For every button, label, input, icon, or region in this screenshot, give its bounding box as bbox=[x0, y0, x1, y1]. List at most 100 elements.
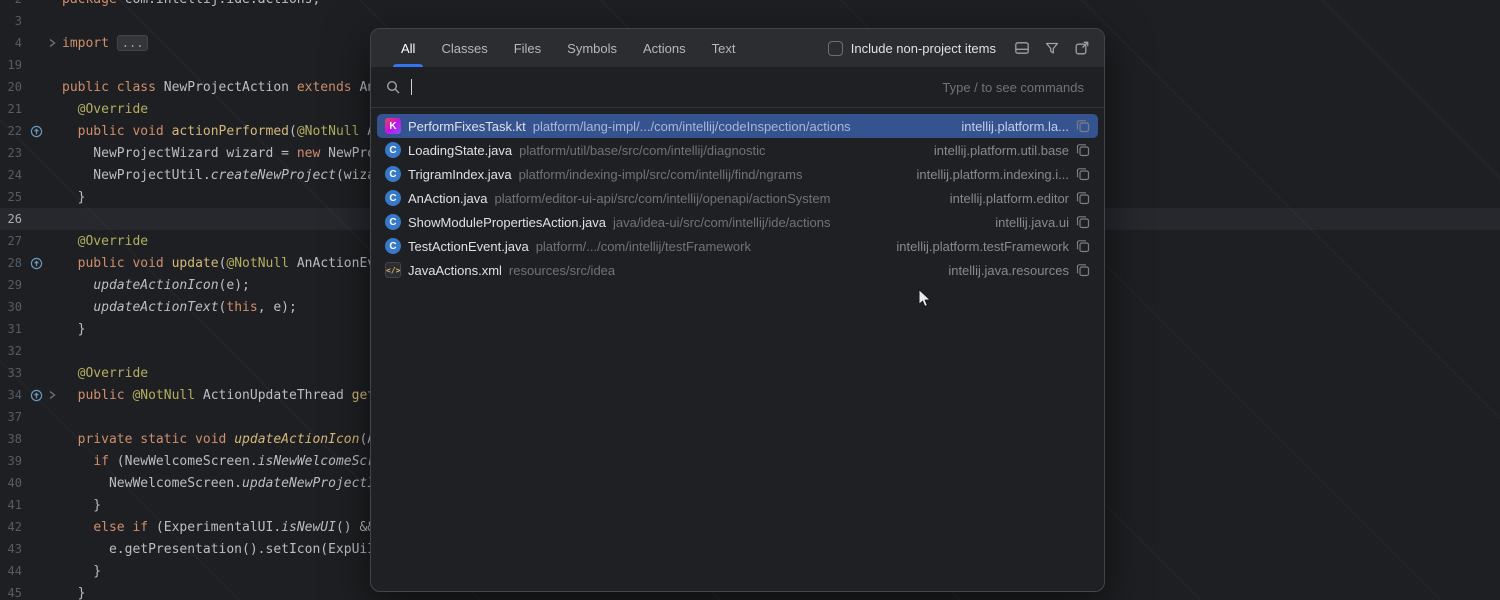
kotlin-file-icon: K bbox=[385, 118, 401, 134]
module-icon bbox=[1076, 239, 1090, 253]
code-text: public class NewProjectAction extends An… bbox=[62, 80, 422, 95]
search-result-row[interactable]: CAnAction.javaplatform/editor-ui-api/src… bbox=[377, 186, 1098, 210]
java-class-icon: C bbox=[385, 166, 401, 182]
ide-window: 2package com.intellij.ide.actions;34impo… bbox=[0, 0, 1500, 600]
code-text: NewProjectUtil.createNewProject(wizard); bbox=[62, 168, 406, 183]
module-icon bbox=[1076, 215, 1090, 229]
tab-all[interactable]: All bbox=[393, 29, 423, 67]
search-result-row[interactable]: CTrigramIndex.javaplatform/indexing-impl… bbox=[377, 162, 1098, 186]
module-icon bbox=[1076, 191, 1090, 205]
line-number: 34 bbox=[0, 388, 22, 402]
header-toolbar bbox=[1014, 40, 1090, 56]
open-in-find-window-icon[interactable] bbox=[1074, 40, 1090, 56]
override-method-gutter-icon[interactable] bbox=[30, 125, 43, 138]
module-icon bbox=[1076, 167, 1090, 181]
line-number: 33 bbox=[0, 366, 22, 380]
tab-files[interactable]: Files bbox=[506, 29, 549, 67]
code-line[interactable]: 2 package com.intellij.ide.actions; bbox=[0, 0, 1500, 10]
result-path: platform/.../com/intellij/testFramework bbox=[536, 239, 751, 254]
search-tabs: All Classes Files Symbols Actions Text bbox=[393, 29, 754, 67]
result-module: intellij.java.ui bbox=[995, 215, 1069, 230]
result-filename: ShowModulePropertiesAction.java bbox=[408, 215, 606, 230]
gutter-spacer bbox=[30, 37, 43, 50]
search-results-list: KPerformFixesTask.ktplatform/lang-impl/.… bbox=[371, 108, 1104, 591]
search-everywhere-header: All Classes Files Symbols Actions Text Includ… bbox=[371, 29, 1104, 67]
preview-icon[interactable] bbox=[1014, 40, 1030, 56]
search-result-row[interactable]: CTestActionEvent.javaplatform/.../com/in… bbox=[377, 234, 1098, 258]
override-method-gutter-icon[interactable] bbox=[30, 257, 43, 270]
module-icon bbox=[1076, 143, 1090, 157]
result-path: java/idea-ui/src/com/intellij/ide/action… bbox=[613, 215, 830, 230]
gutter bbox=[22, 37, 62, 50]
code-text: @Override bbox=[62, 234, 148, 249]
line-number: 37 bbox=[0, 410, 22, 424]
result-module: intellij.platform.testFramework bbox=[896, 239, 1069, 254]
line-number: 41 bbox=[0, 498, 22, 512]
code-text: } bbox=[62, 498, 101, 513]
module-icon bbox=[1076, 263, 1090, 277]
java-class-icon: C bbox=[385, 214, 401, 230]
result-module: intellij.platform.editor bbox=[950, 191, 1069, 206]
code-text: package com.intellij.ide.actions; bbox=[62, 0, 320, 7]
line-number: 24 bbox=[0, 168, 22, 182]
include-non-project-checkbox[interactable]: Include non-project items bbox=[828, 41, 996, 56]
result-filename: LoadingState.java bbox=[408, 143, 512, 158]
line-number: 22 bbox=[0, 124, 22, 138]
line-number: 21 bbox=[0, 102, 22, 116]
line-number: 23 bbox=[0, 146, 22, 160]
line-number: 27 bbox=[0, 234, 22, 248]
tab-symbols[interactable]: Symbols bbox=[559, 29, 625, 67]
tab-text[interactable]: Text bbox=[704, 29, 744, 67]
line-number: 39 bbox=[0, 454, 22, 468]
java-class-icon: C bbox=[385, 142, 401, 158]
gutter bbox=[22, 389, 62, 402]
code-text: @Override bbox=[62, 366, 148, 381]
tab-actions[interactable]: Actions bbox=[635, 29, 694, 67]
result-path: platform/editor-ui-api/src/com/intellij/… bbox=[495, 191, 831, 206]
search-everywhere-dialog: All Classes Files Symbols Actions Text Includ… bbox=[370, 28, 1105, 592]
gutter bbox=[22, 125, 62, 138]
line-number: 29 bbox=[0, 278, 22, 292]
line-number: 40 bbox=[0, 476, 22, 490]
search-result-row[interactable]: C LoadingState.java platform/util/base/src… bbox=[377, 138, 1098, 162]
line-number: 32 bbox=[0, 344, 22, 358]
result-filename: AnAction.java bbox=[408, 191, 488, 206]
code-text: updateActionText(this, e); bbox=[62, 300, 297, 315]
line-number: 3 bbox=[0, 14, 22, 28]
result-module: intellij.platform.la... bbox=[961, 119, 1069, 134]
line-number: 43 bbox=[0, 542, 22, 556]
code-text: e.getPresentation().setIcon(ExpUiIcons. bbox=[62, 542, 414, 557]
line-number: 19 bbox=[0, 58, 22, 72]
result-path: platform/util/base/src/com/intellij/diag… bbox=[519, 143, 765, 158]
text-caret bbox=[411, 79, 412, 95]
line-number: 28 bbox=[0, 256, 22, 270]
line-number: 44 bbox=[0, 564, 22, 578]
code-text: } bbox=[62, 564, 101, 579]
search-result-row[interactable]: KPerformFixesTask.ktplatform/lang-impl/.… bbox=[377, 114, 1098, 138]
search-result-row[interactable]: </>JavaActions.xmlresources/src/ideainte… bbox=[377, 258, 1098, 282]
line-number: 20 bbox=[0, 80, 22, 94]
result-path: resources/src/idea bbox=[509, 263, 615, 278]
result-module: intellij.platform.util.base bbox=[934, 143, 1069, 158]
checkbox-label: Include non-project items bbox=[851, 41, 996, 56]
search-icon bbox=[385, 79, 401, 95]
line-number: 45 bbox=[0, 586, 22, 600]
line-number: 25 bbox=[0, 190, 22, 204]
line-number: 2 bbox=[0, 0, 22, 6]
result-filename: TrigramIndex.java bbox=[408, 167, 512, 182]
line-number: 26 bbox=[0, 212, 22, 226]
fold-chevron-icon[interactable] bbox=[47, 38, 57, 48]
search-input[interactable]: Type / to see commands bbox=[371, 67, 1104, 108]
code-text: import ... bbox=[62, 36, 148, 51]
tab-classes[interactable]: Classes bbox=[433, 29, 495, 67]
line-number: 38 bbox=[0, 432, 22, 446]
line-number: 30 bbox=[0, 300, 22, 314]
fold-chevron-icon[interactable] bbox=[47, 390, 57, 400]
result-filename: PerformFixesTask.kt bbox=[408, 119, 526, 134]
filter-icon[interactable] bbox=[1044, 40, 1060, 56]
checkbox-box[interactable] bbox=[828, 41, 843, 56]
xml-file-icon: </> bbox=[385, 262, 401, 278]
override-method-gutter-icon[interactable] bbox=[30, 389, 43, 402]
search-result-row[interactable]: C ShowModulePropertiesAction.java java/ide… bbox=[377, 210, 1098, 234]
line-number: 4 bbox=[0, 36, 22, 50]
